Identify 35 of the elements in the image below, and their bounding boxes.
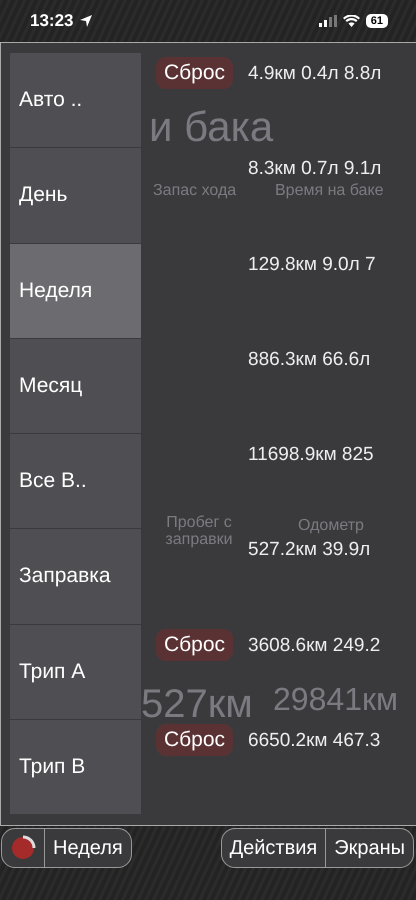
menu-item[interactable]: Неделя bbox=[10, 244, 141, 339]
stats-text: 6650.2км 467.3 bbox=[248, 728, 380, 752]
record-icon bbox=[10, 835, 36, 861]
stats-text: 11698.9км 825 bbox=[248, 443, 374, 466]
menu-item[interactable]: Трип A bbox=[10, 624, 141, 720]
reset-button[interactable]: Сброс bbox=[156, 628, 234, 660]
stats-text: 527.2км 39.9л bbox=[248, 538, 370, 562]
menu-item[interactable]: Месяц bbox=[10, 338, 141, 434]
stats-text: 3608.6км 249.2 bbox=[248, 634, 380, 656]
stats-text: 4.9км 0.4л 8.8л bbox=[248, 62, 382, 85]
menu-item[interactable]: Авто .. bbox=[10, 53, 141, 148]
menu-item[interactable]: День bbox=[10, 148, 141, 244]
signal-icon bbox=[318, 15, 337, 27]
background-label: Одометр bbox=[298, 518, 364, 535]
background-label: Время на баке bbox=[275, 183, 384, 200]
menu-item[interactable]: Заправка bbox=[10, 529, 141, 624]
wifi-icon bbox=[342, 15, 360, 27]
background-label: 29841км bbox=[273, 683, 398, 717]
menu-item[interactable]: Трип B bbox=[10, 720, 141, 815]
clock-time: 13:23 bbox=[30, 11, 74, 31]
battery-level: 61 bbox=[366, 14, 388, 28]
stats-text: 8.3км 0.7л 9.1л bbox=[248, 157, 382, 180]
background-label: и бака bbox=[149, 105, 274, 150]
toolbar-button[interactable]: Экраны bbox=[325, 829, 413, 867]
background-label: Пробег с заправки bbox=[164, 515, 234, 549]
stats-text: 886.3км 66.6л bbox=[248, 348, 370, 371]
reset-button[interactable]: Сброс bbox=[156, 57, 234, 89]
period-button[interactable]: Неделя bbox=[44, 829, 131, 867]
toolbar-button[interactable]: Действия bbox=[222, 829, 326, 867]
background-label: 527км bbox=[141, 683, 253, 725]
reset-button[interactable]: Сброс bbox=[156, 724, 234, 756]
background-label: Запас хода bbox=[153, 183, 236, 200]
location-arrow-icon bbox=[79, 14, 94, 28]
stats-text: 129.8км 9.0л 7 bbox=[248, 252, 376, 276]
menu-item[interactable]: Все В.. bbox=[10, 434, 141, 530]
